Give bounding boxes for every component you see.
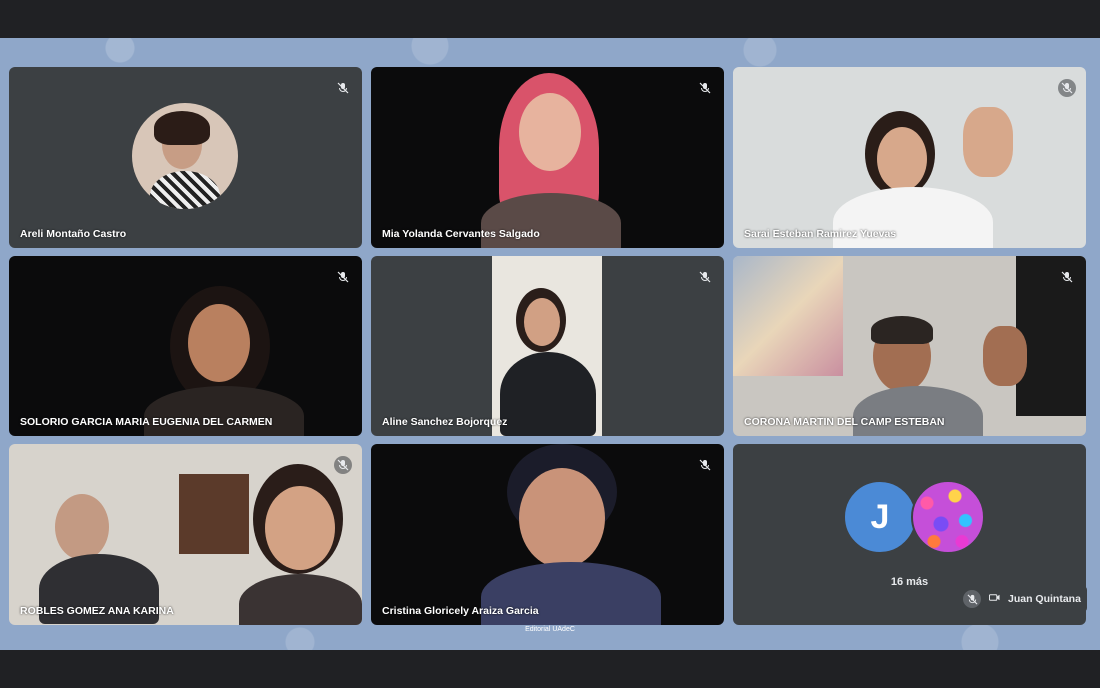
mic-off-icon (696, 79, 714, 97)
participant-video-right (239, 464, 362, 625)
participant-tile[interactable]: Mia Yolanda Cervantes Salgado (371, 67, 724, 248)
mic-off-icon (1058, 268, 1076, 286)
avatar (911, 480, 985, 554)
participant-grid: Areli Montaño Castro Mia Yolanda Cervant… (9, 67, 1086, 625)
participant-avatar (132, 103, 238, 209)
participant-name: Areli Montaño Castro (20, 228, 127, 240)
participant-video (144, 286, 314, 436)
footer-credit: Editorial UAdeC (525, 626, 575, 633)
top-bar (0, 0, 1100, 38)
avatar: J (843, 480, 917, 554)
participant-video (481, 444, 661, 625)
participant-name: CORONA MARTIN DEL CAMP ESTEBAN (744, 416, 945, 428)
participant-name: Aline Sanchez Bojorquez (382, 416, 508, 428)
participant-name: Mia Yolanda Cervantes Salgado (382, 228, 540, 240)
avatar-stack: J (843, 480, 985, 554)
participant-video-left (39, 484, 169, 625)
participant-video (492, 256, 602, 436)
wall-posters (733, 256, 843, 376)
participant-name: Cristina Gloricely Araiza Garcia (382, 605, 539, 617)
mic-off-icon (696, 268, 714, 286)
mic-off-icon[interactable] (963, 590, 981, 608)
participant-name: SOLORIO GARCIA MARIA EUGENIA DEL CARMEN (20, 416, 273, 428)
participant-tile[interactable]: Sarai Esteban Ramirez Yuevas (733, 67, 1086, 248)
participant-name: Sarai Esteban Ramirez Yuevas (744, 228, 897, 240)
mic-off-icon (334, 268, 352, 286)
participant-tile[interactable]: ROBLES GOMEZ ANA KARINA (9, 444, 362, 625)
participant-tile[interactable]: SOLORIO GARCIA MARIA EUGENIA DEL CARMEN (9, 256, 362, 436)
participant-tile[interactable]: CORONA MARTIN DEL CAMP ESTEBAN (733, 256, 1086, 436)
participant-video (823, 107, 1043, 248)
participant-name: ROBLES GOMEZ ANA KARINA (20, 605, 174, 617)
self-view-chip[interactable]: Juan Quintana (957, 586, 1087, 612)
self-name: Juan Quintana (1008, 593, 1081, 605)
participant-tile[interactable]: Cristina Gloricely Araiza Garcia (371, 444, 724, 625)
participant-video (481, 73, 621, 248)
camera-icon[interactable] (988, 590, 1000, 608)
participant-tile[interactable]: Areli Montaño Castro (9, 67, 362, 248)
mic-off-icon (334, 79, 352, 97)
mic-off-icon (334, 456, 352, 474)
mic-off-icon (696, 456, 714, 474)
bottom-bar (0, 650, 1100, 688)
mic-off-icon (1058, 79, 1076, 97)
participant-tile[interactable]: Aline Sanchez Bojorquez (371, 256, 724, 436)
